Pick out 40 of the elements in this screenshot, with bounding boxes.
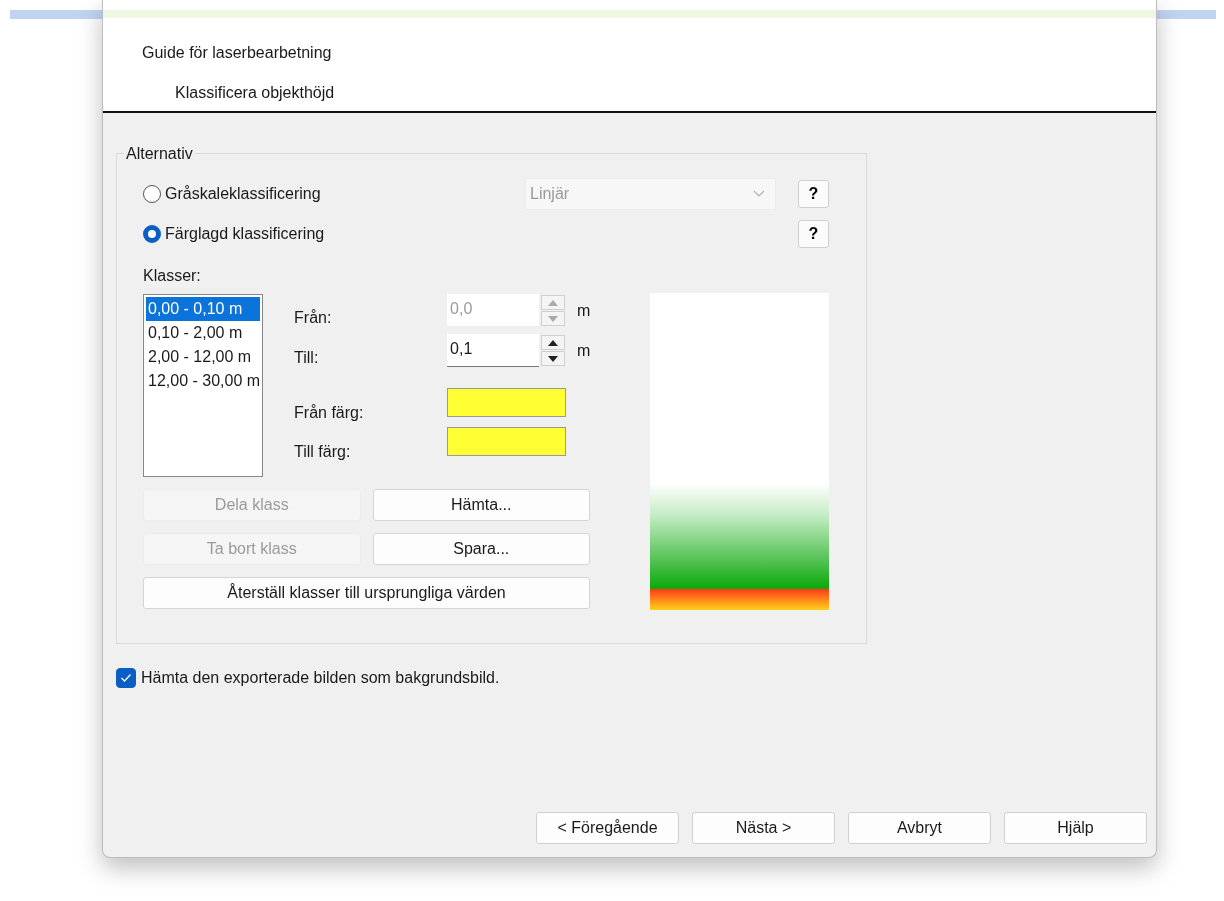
classes-listbox[interactable]: 0,00 - 0,10 m 0,10 - 2,00 m 2,00 - 12,00 m 12,00 - 30,00 m xyxy=(143,294,264,477)
class-item[interactable]: 2,00 - 12,00 m xyxy=(146,345,261,369)
field-label: Från färg: xyxy=(294,402,365,422)
chevron-down-icon xyxy=(753,190,765,198)
radio-button[interactable] xyxy=(143,185,161,203)
nav-button[interactable]: Hjälp xyxy=(1004,812,1147,844)
nav-button[interactable]: Nästa > xyxy=(692,812,835,844)
radio-option[interactable]: Gråskaleklassificering xyxy=(143,185,525,203)
action-button[interactable]: Återställ klasser till ursprungliga värden xyxy=(143,577,590,609)
spin-down-button[interactable] xyxy=(541,351,566,366)
checkmark-icon xyxy=(120,673,132,683)
nav-button[interactable]: Avbryt xyxy=(848,812,991,844)
radio-option[interactable]: Färglagd klassificering xyxy=(143,225,525,243)
class-item[interactable]: 12,00 - 30,00 m xyxy=(146,369,261,393)
help-button[interactable]: ? xyxy=(798,180,829,208)
action-button[interactable]: Spara... xyxy=(372,533,590,565)
unit-label: m xyxy=(577,341,591,360)
wizard-title: Guide för laserbearbetning xyxy=(142,43,333,63)
step-title: Klassificera objekthöjd xyxy=(175,83,336,103)
help-button[interactable]: ? xyxy=(798,220,829,248)
unit-label: m xyxy=(577,301,591,320)
field-label: Till färg: xyxy=(294,441,352,461)
checkbox-label[interactable]: Hämta den exporterade bilden som bakgrundsbild. xyxy=(141,669,500,687)
number-field[interactable]: 0,1 xyxy=(447,334,540,367)
field-label: Till: xyxy=(294,347,320,367)
down-arrow-icon xyxy=(548,315,559,322)
up-arrow-icon xyxy=(548,339,559,346)
radio-button[interactable] xyxy=(143,225,161,243)
color-swatch[interactable] xyxy=(447,388,567,417)
spin-up-button[interactable] xyxy=(541,335,566,350)
down-arrow-icon xyxy=(548,355,559,362)
color-swatch[interactable] xyxy=(447,427,567,456)
class-item[interactable]: 0,00 - 0,10 m xyxy=(146,297,261,321)
nav-button[interactable]: < Föregående xyxy=(536,812,679,844)
field-label: Från: xyxy=(294,307,333,327)
classes-label: Klasser: xyxy=(143,266,202,286)
class-item[interactable]: 0,10 - 2,00 m xyxy=(146,321,261,345)
checkbox[interactable] xyxy=(116,668,136,688)
up-arrow-icon xyxy=(548,299,559,306)
action-button[interactable]: Hämta... xyxy=(372,489,590,521)
